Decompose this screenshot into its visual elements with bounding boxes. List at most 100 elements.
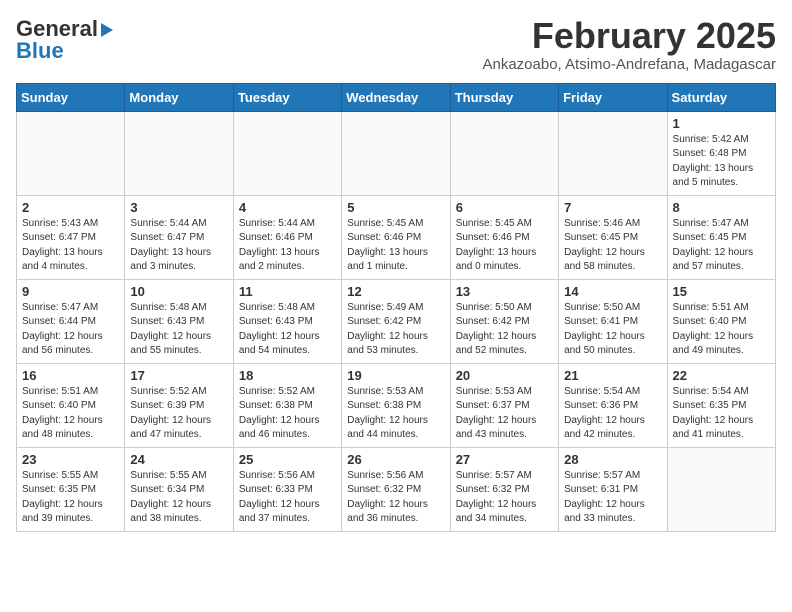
day-number: 12 [347,284,444,299]
calendar-cell: 4 Sunrise: 5:44 AM Sunset: 6:46 PM Daylig… [233,195,341,279]
day-number: 1 [673,116,770,131]
calendar-week-2: 2 Sunrise: 5:43 AM Sunset: 6:47 PM Daylig… [17,195,776,279]
calendar-cell: 10 Sunrise: 5:48 AM Sunset: 6:43 PM Dayli… [125,279,233,363]
calendar-header-row: SundayMondayTuesdayWednesdayThursdayFrid… [17,83,776,111]
calendar-cell: 11 Sunrise: 5:48 AM Sunset: 6:43 PM Dayli… [233,279,341,363]
day-number: 7 [564,200,661,215]
calendar-week-5: 23 Sunrise: 5:55 AM Sunset: 6:35 PM Dayli… [17,447,776,531]
day-number: 19 [347,368,444,383]
calendar-cell: 19 Sunrise: 5:53 AM Sunset: 6:38 PM Dayli… [342,363,450,447]
day-number: 27 [456,452,553,467]
day-info: Sunrise: 5:52 AM Sunset: 6:39 PM Dayligh… [130,385,227,443]
day-info: Sunrise: 5:47 AM Sunset: 6:45 PM Dayligh… [673,217,770,275]
day-number: 2 [22,200,119,215]
day-number: 21 [564,368,661,383]
day-number: 10 [130,284,227,299]
day-info: Sunrise: 5:48 AM Sunset: 6:43 PM Dayligh… [239,301,336,359]
calendar-cell: 28Sunrise: 5:57 AM Sunset: 6:31 PM Dayli… [559,447,667,531]
day-number: 17 [130,368,227,383]
calendar-cell: 15 Sunrise: 5:51 AM Sunset: 6:40 PM Dayli… [667,279,775,363]
logo-arrow-icon [101,23,113,37]
day-info: Sunrise: 5:56 AM Sunset: 6:33 PM Dayligh… [239,469,336,527]
calendar-cell: 9 Sunrise: 5:47 AM Sunset: 6:44 PM Daylig… [17,279,125,363]
day-info: Sunrise: 5:55 AM Sunset: 6:34 PM Dayligh… [130,469,227,527]
calendar-cell [125,111,233,195]
day-info: Sunrise: 5:42 AM Sunset: 6:48 PM Dayligh… [673,133,770,191]
day-info: Sunrise: 5:50 AM Sunset: 6:41 PM Dayligh… [564,301,661,359]
weekday-header-monday: Monday [125,83,233,111]
logo-blue: Blue [16,38,64,64]
day-number: 4 [239,200,336,215]
calendar-week-4: 16Sunrise: 5:51 AM Sunset: 6:40 PM Dayli… [17,363,776,447]
day-info: Sunrise: 5:44 AM Sunset: 6:46 PM Dayligh… [239,217,336,275]
day-info: Sunrise: 5:51 AM Sunset: 6:40 PM Dayligh… [673,301,770,359]
day-number: 13 [456,284,553,299]
day-number: 23 [22,452,119,467]
calendar-cell [667,447,775,531]
weekday-header-thursday: Thursday [450,83,558,111]
day-number: 15 [673,284,770,299]
calendar-cell: 27 Sunrise: 5:57 AM Sunset: 6:32 PM Dayli… [450,447,558,531]
day-info: Sunrise: 5:53 AM Sunset: 6:37 PM Dayligh… [456,385,553,443]
page-header: General Blue February 2025 Ankazoabo, At… [16,16,776,73]
calendar-table: SundayMondayTuesdayWednesdayThursdayFrid… [16,83,776,532]
day-number: 26 [347,452,444,467]
day-info: Sunrise: 5:57 AM Sunset: 6:31 PM Dayligh… [564,469,661,527]
day-number: 20 [456,368,553,383]
day-info: Sunrise: 5:45 AM Sunset: 6:46 PM Dayligh… [456,217,553,275]
day-number: 5 [347,200,444,215]
day-info: Sunrise: 5:48 AM Sunset: 6:43 PM Dayligh… [130,301,227,359]
day-number: 9 [22,284,119,299]
day-number: 18 [239,368,336,383]
calendar-cell: 24 Sunrise: 5:55 AM Sunset: 6:34 PM Dayli… [125,447,233,531]
title-block: February 2025 Ankazoabo, Atsimo-Andrefan… [482,16,776,73]
day-number: 22 [673,368,770,383]
day-info: Sunrise: 5:46 AM Sunset: 6:45 PM Dayligh… [564,217,661,275]
logo: General Blue [16,16,113,64]
month-title: February 2025 [482,16,776,56]
day-info: Sunrise: 5:43 AM Sunset: 6:47 PM Dayligh… [22,217,119,275]
calendar-cell: 12 Sunrise: 5:49 AM Sunset: 6:42 PM Dayli… [342,279,450,363]
day-number: 14 [564,284,661,299]
weekday-header-friday: Friday [559,83,667,111]
calendar-cell [342,111,450,195]
calendar-cell [17,111,125,195]
calendar-cell: 14 Sunrise: 5:50 AM Sunset: 6:41 PM Dayli… [559,279,667,363]
day-info: Sunrise: 5:54 AM Sunset: 6:36 PM Dayligh… [564,385,661,443]
day-info: Sunrise: 5:53 AM Sunset: 6:38 PM Dayligh… [347,385,444,443]
day-number: 16 [22,368,119,383]
day-info: Sunrise: 5:50 AM Sunset: 6:42 PM Dayligh… [456,301,553,359]
day-number: 8 [673,200,770,215]
day-info: Sunrise: 5:57 AM Sunset: 6:32 PM Dayligh… [456,469,553,527]
calendar-cell [559,111,667,195]
day-info: Sunrise: 5:47 AM Sunset: 6:44 PM Dayligh… [22,301,119,359]
weekday-header-tuesday: Tuesday [233,83,341,111]
day-number: 6 [456,200,553,215]
weekday-header-saturday: Saturday [667,83,775,111]
weekday-header-wednesday: Wednesday [342,83,450,111]
location-title: Ankazoabo, Atsimo-Andrefana, Madagascar [482,56,776,73]
calendar-cell: 6 Sunrise: 5:45 AM Sunset: 6:46 PM Daylig… [450,195,558,279]
calendar-cell: 3Sunrise: 5:44 AM Sunset: 6:47 PM Daylig… [125,195,233,279]
calendar-cell: 1 Sunrise: 5:42 AM Sunset: 6:48 PM Daylig… [667,111,775,195]
day-number: 24 [130,452,227,467]
calendar-cell: 2 Sunrise: 5:43 AM Sunset: 6:47 PM Daylig… [17,195,125,279]
day-info: Sunrise: 5:45 AM Sunset: 6:46 PM Dayligh… [347,217,444,275]
day-info: Sunrise: 5:49 AM Sunset: 6:42 PM Dayligh… [347,301,444,359]
calendar-cell: 13 Sunrise: 5:50 AM Sunset: 6:42 PM Dayli… [450,279,558,363]
day-number: 11 [239,284,336,299]
calendar-cell: 18 Sunrise: 5:52 AM Sunset: 6:38 PM Dayli… [233,363,341,447]
calendar-cell: 8 Sunrise: 5:47 AM Sunset: 6:45 PM Daylig… [667,195,775,279]
calendar-cell: 22Sunrise: 5:54 AM Sunset: 6:35 PM Dayli… [667,363,775,447]
calendar-cell: 25 Sunrise: 5:56 AM Sunset: 6:33 PM Dayli… [233,447,341,531]
day-info: Sunrise: 5:52 AM Sunset: 6:38 PM Dayligh… [239,385,336,443]
calendar-cell [233,111,341,195]
weekday-header-sunday: Sunday [17,83,125,111]
day-number: 25 [239,452,336,467]
calendar-cell: 16Sunrise: 5:51 AM Sunset: 6:40 PM Dayli… [17,363,125,447]
calendar-cell: 23 Sunrise: 5:55 AM Sunset: 6:35 PM Dayli… [17,447,125,531]
day-info: Sunrise: 5:55 AM Sunset: 6:35 PM Dayligh… [22,469,119,527]
calendar-week-3: 9 Sunrise: 5:47 AM Sunset: 6:44 PM Daylig… [17,279,776,363]
calendar-cell: 26Sunrise: 5:56 AM Sunset: 6:32 PM Dayli… [342,447,450,531]
calendar-cell: 20 Sunrise: 5:53 AM Sunset: 6:37 PM Dayli… [450,363,558,447]
